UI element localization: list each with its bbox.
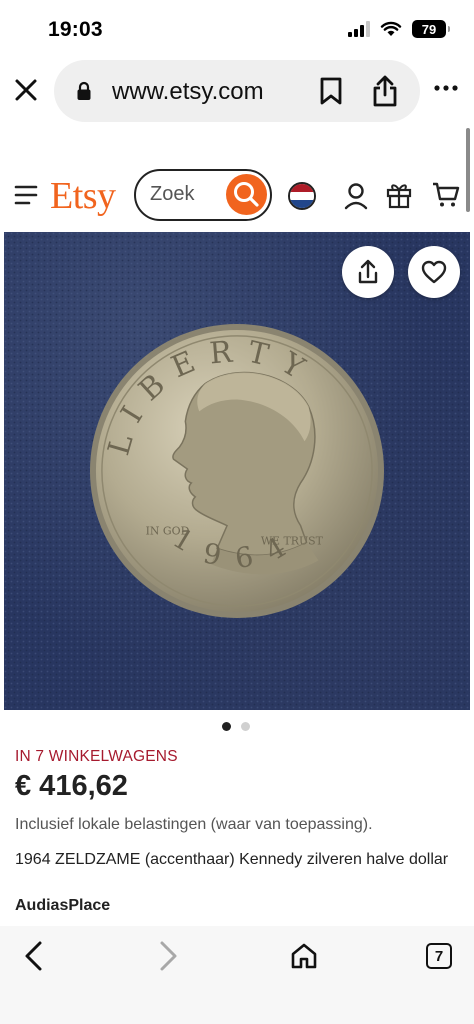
browser-url-row: www.etsy.com [0,58,474,124]
carousel-dot-1[interactable] [222,722,231,731]
search-button[interactable] [226,174,267,215]
battery-icon: 79 [412,20,450,38]
search-input[interactable] [150,183,230,206]
cart-count-badge: IN 7 WINKELWAGENS [15,748,178,765]
chevron-left-icon [25,941,42,971]
signal-icon [348,21,370,37]
back-button[interactable] [22,940,46,972]
etsy-header: Etsy [0,160,474,232]
url-text: www.etsy.com [112,78,264,105]
status-bar: 19:03 79 [0,0,474,56]
share-icon [358,259,378,284]
share-button[interactable] [370,74,400,108]
account-button[interactable] [344,182,368,210]
coin-photo: LIBERTY IN GOD WE TRUST 1964 [89,323,385,619]
home-button[interactable] [290,942,318,970]
menu-button[interactable] [14,184,38,206]
tabs-button[interactable]: 7 [426,943,452,969]
heart-icon [421,260,447,284]
user-icon [344,183,368,210]
image-carousel-dots [222,722,250,731]
share-icon [373,75,397,107]
wifi-icon [380,21,402,36]
address-bar[interactable]: www.etsy.com [54,60,420,122]
more-icon [434,85,458,91]
search-icon [234,182,259,207]
bookmark-icon [320,77,342,105]
close-button[interactable] [12,76,40,104]
product-title: 1964 ZELDZAME (accenthaar) Kennedy zilve… [15,851,449,868]
status-icons: 79 [348,20,450,38]
carousel-dot-2[interactable] [241,722,250,731]
gift-button[interactable] [386,181,412,209]
browser-toolbar: 7 [0,926,474,1024]
etsy-logo[interactable]: Etsy [50,174,116,218]
cart-button[interactable] [432,182,460,208]
tax-note: Inclusief lokale belastingen (waar van t… [15,816,373,833]
lock-icon [77,81,91,100]
status-time: 19:03 [48,18,103,41]
product-price: € 416,62 [15,770,128,802]
gift-icon [386,184,412,209]
more-button[interactable] [434,82,458,94]
close-icon [15,79,37,101]
home-icon [291,943,317,969]
shop-name-link[interactable]: AudiasPlace [15,897,110,915]
favorite-button[interactable] [408,246,460,298]
product-image[interactable]: LIBERTY IN GOD WE TRUST 1964 [4,232,470,710]
menu-icon [14,185,38,205]
chevron-right-icon [160,941,177,971]
cart-icon [433,182,460,207]
share-product-button[interactable] [342,246,394,298]
forward-button[interactable] [156,940,180,972]
bookmark-button[interactable] [318,76,344,106]
search-box[interactable] [134,169,272,221]
flag-icon[interactable] [288,182,316,210]
